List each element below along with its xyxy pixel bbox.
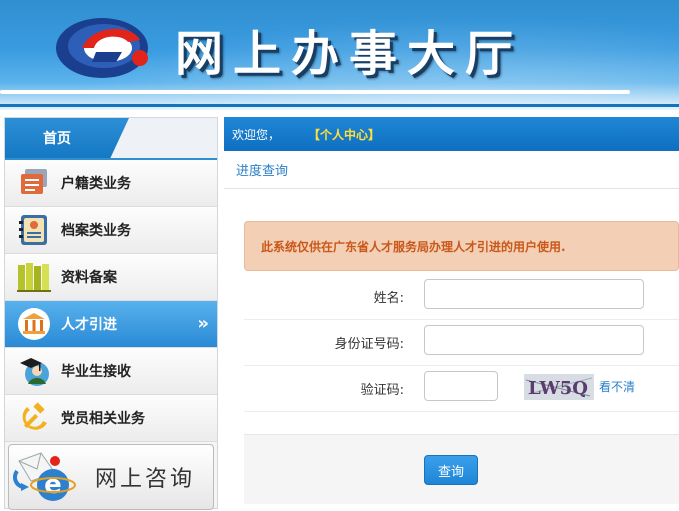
svg-text:e: e xyxy=(44,470,62,500)
form-row-name: 姓名: xyxy=(244,274,679,320)
sub-tabs: 进度查询 xyxy=(224,151,679,189)
sidebar-item-graduate-reception[interactable]: 毕业生接收 xyxy=(5,348,217,395)
captcha-label: 验证码: xyxy=(360,383,404,398)
user-center-link[interactable]: 【个人中心】 xyxy=(308,126,380,143)
sidebar-header: 首页 xyxy=(5,118,217,160)
id-number-label: 身份证号码: xyxy=(334,337,404,352)
sidebar-item-label: 档案类业务 xyxy=(61,223,131,239)
sidebar-item-label: 资料备案 xyxy=(61,270,117,286)
form-row-captcha: 验证码: LW5Q 看不清 xyxy=(244,366,679,412)
button-bar: 查询 xyxy=(244,434,679,504)
home-tab[interactable]: 首页 xyxy=(5,118,129,158)
captcha-text: LW5Q xyxy=(528,378,588,399)
online-consult-label: 网上咨询 xyxy=(95,467,196,492)
tab-progress-query[interactable]: 进度查询 xyxy=(236,160,288,179)
sidebar-item-talent-introduction[interactable]: 人才引进 » xyxy=(5,301,217,348)
household-register-icon xyxy=(15,165,53,201)
bank-building-icon xyxy=(15,306,53,342)
chevron-right-icon: » xyxy=(197,313,209,334)
id-number-input[interactable] xyxy=(424,325,644,355)
captcha-input[interactable] xyxy=(424,371,498,401)
books-icon xyxy=(15,259,53,295)
sidebar-item-label: 人才引进 xyxy=(61,317,117,333)
captcha-image[interactable]: LW5Q xyxy=(524,374,594,400)
sidebar-item-label: 党员相关业务 xyxy=(61,411,145,427)
sidebar-item-household[interactable]: 户籍类业务 xyxy=(5,160,217,207)
query-button[interactable]: 查询 xyxy=(424,455,478,485)
mail-ie-icon: e xyxy=(11,447,81,507)
sidebar-item-archive[interactable]: 档案类业务 xyxy=(5,207,217,254)
refresh-captcha-link[interactable]: 看不清 xyxy=(599,378,635,395)
welcome-text: 欢迎您， xyxy=(232,127,281,142)
name-input[interactable] xyxy=(424,279,644,309)
archive-folder-icon xyxy=(15,212,53,248)
banner-baseline xyxy=(0,90,630,94)
sidebar-item-data-filing[interactable]: 资料备案 xyxy=(5,254,217,301)
top-bar: 欢迎您， 【个人中心】 xyxy=(224,117,679,151)
sidebar-item-label: 户籍类业务 xyxy=(61,176,131,192)
header-banner: 网上办事大厅 xyxy=(0,0,679,110)
banner-underline xyxy=(0,104,679,107)
name-label: 姓名: xyxy=(373,291,404,306)
sidebar: 首页 户籍类业务 档案类业务 资料备案 人才引进 » 毕业生接收 党员相关业务 … xyxy=(4,117,218,510)
graduate-cap-icon xyxy=(15,353,53,389)
form-row-id: 身份证号码: xyxy=(244,320,679,366)
online-consult-button[interactable]: e 网上咨询 xyxy=(8,444,214,510)
notice-banner: 此系统仅供在广东省人才服务局办理人才引进的用户使用. xyxy=(244,221,679,271)
sidebar-item-party-member[interactable]: 党员相关业务 xyxy=(5,395,217,442)
query-form: 姓名: 身份证号码: 验证码: LW5Q 看不清 xyxy=(244,274,679,412)
swirl-logo-icon xyxy=(56,18,148,78)
hammer-sickle-icon xyxy=(15,400,53,436)
site-title: 网上办事大厅 xyxy=(175,26,524,82)
sidebar-item-label: 毕业生接收 xyxy=(61,364,131,380)
